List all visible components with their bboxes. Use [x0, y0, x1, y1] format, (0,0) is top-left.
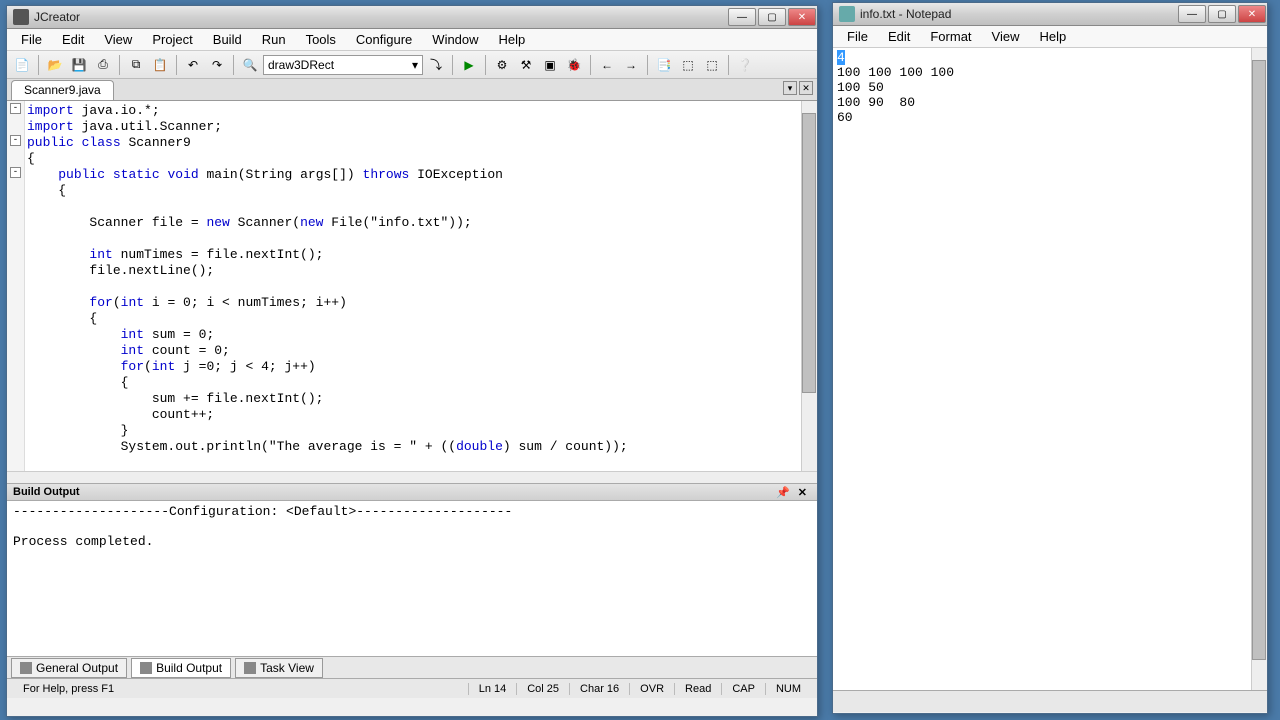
debug-icon[interactable]: 🐞 [563, 54, 585, 76]
menu-edit[interactable]: Edit [52, 29, 94, 50]
code-text[interactable]: import java.io.*; import java.util.Scann… [27, 103, 628, 455]
output-icon [20, 662, 32, 674]
tab-close-icon[interactable]: ✕ [799, 81, 813, 95]
status-col: Col 25 [516, 683, 569, 695]
status-char: Char 16 [569, 683, 629, 695]
vertical-scrollbar[interactable] [1251, 48, 1267, 690]
saveall-icon[interactable]: ⎙ [92, 54, 114, 76]
output-tabs: General Output Build Output Task View [7, 656, 817, 678]
build-output[interactable]: --------------------Configuration: <Defa… [7, 501, 817, 656]
menu-build[interactable]: Build [203, 29, 252, 50]
text-content: 100 100 100 100 100 50 100 90 80 60 [837, 65, 954, 125]
window-title: info.txt - Notepad [860, 7, 1177, 21]
window-title: JCreator [34, 10, 727, 24]
notepad-window: info.txt - Notepad — ▢ ✕ File Edit Forma… [832, 2, 1268, 714]
maximize-button[interactable]: ▢ [758, 8, 786, 26]
menu-configure[interactable]: Configure [346, 29, 422, 50]
menu-window[interactable]: Window [422, 29, 488, 50]
status-num: NUM [765, 683, 811, 695]
menu-edit[interactable]: Edit [878, 26, 920, 47]
copy-icon[interactable]: ⧉ [125, 54, 147, 76]
output-icon [140, 662, 152, 674]
paste-icon[interactable]: 📋 [149, 54, 171, 76]
notepad-text[interactable]: 4 100 100 100 100 100 50 100 90 80 60 [833, 48, 1267, 690]
panel-close-icon[interactable]: ✕ [794, 486, 811, 499]
save-icon[interactable]: 💾 [68, 54, 90, 76]
fwd-icon[interactable]: → [620, 54, 642, 76]
new-icon[interactable]: 📄 [11, 54, 33, 76]
minimize-button[interactable]: — [1178, 5, 1206, 23]
app-icon [13, 9, 29, 25]
tab-task-view[interactable]: Task View [235, 658, 323, 678]
titlebar[interactable]: info.txt - Notepad — ▢ ✕ [833, 3, 1267, 26]
menu-view[interactable]: View [94, 29, 142, 50]
back-icon[interactable]: ← [596, 54, 618, 76]
bookmark-icon[interactable]: 📑 [653, 54, 675, 76]
close-button[interactable]: ✕ [788, 8, 816, 26]
jcreator-window: JCreator — ▢ ✕ File Edit View Project Bu… [6, 5, 818, 717]
tab-general-output[interactable]: General Output [11, 658, 127, 678]
statusbar [833, 690, 1267, 712]
menu-tools[interactable]: Tools [296, 29, 346, 50]
toolbar: 📄 📂 💾 ⎙ ⧉ 📋 ↶ ↷ 🔍 draw3DRect▾ ⤵ ▶ ⚙ ⚒ ▣ … [7, 51, 817, 79]
menu-file[interactable]: File [11, 29, 52, 50]
editor-tabbar: Scanner9.java ▾ ✕ [7, 79, 817, 101]
code-editor[interactable]: - - - import java.io.*; import java.util… [7, 101, 817, 483]
build-icon[interactable]: ⚒ [515, 54, 537, 76]
vertical-scrollbar[interactable] [801, 101, 817, 483]
nav2-icon[interactable]: ⬚ [701, 54, 723, 76]
find-icon[interactable]: 🔍 [239, 54, 261, 76]
fold-icon[interactable]: - [10, 103, 21, 114]
scroll-thumb[interactable] [1252, 60, 1266, 660]
status-read: Read [674, 683, 721, 695]
nav1-icon[interactable]: ⬚ [677, 54, 699, 76]
panel-title-text: Build Output [13, 486, 80, 498]
redo-icon[interactable]: ↷ [206, 54, 228, 76]
panel-pin-icon[interactable]: 📌 [772, 486, 794, 499]
maximize-button[interactable]: ▢ [1208, 5, 1236, 23]
tab-dropdown-icon[interactable]: ▾ [783, 81, 797, 95]
fold-icon[interactable]: - [10, 135, 21, 146]
minimize-button[interactable]: — [728, 8, 756, 26]
scroll-thumb[interactable] [802, 113, 816, 393]
compile-icon[interactable]: ⚙ [491, 54, 513, 76]
statusbar: For Help, press F1 Ln 14 Col 25 Char 16 … [7, 678, 817, 698]
menu-project[interactable]: Project [142, 29, 202, 50]
horizontal-scrollbar[interactable] [7, 471, 817, 483]
file-tab[interactable]: Scanner9.java [11, 80, 114, 100]
open-icon[interactable]: 📂 [44, 54, 66, 76]
status-cap: CAP [721, 683, 765, 695]
help-icon[interactable]: ❔ [734, 54, 756, 76]
goto-icon[interactable]: ⤵ [425, 54, 447, 76]
status-ovr: OVR [629, 683, 674, 695]
menu-view[interactable]: View [982, 26, 1030, 47]
selected-text: 4 [837, 50, 845, 65]
run-icon[interactable]: ▶ [458, 54, 480, 76]
menubar: File Edit View Project Build Run Tools C… [7, 29, 817, 51]
notepad-icon [839, 6, 855, 22]
fold-gutter: - - - [7, 101, 25, 483]
close-button[interactable]: ✕ [1238, 5, 1266, 23]
member-combo[interactable]: draw3DRect▾ [263, 55, 423, 75]
status-line: Ln 14 [468, 683, 517, 695]
menubar: File Edit Format View Help [833, 26, 1267, 48]
undo-icon[interactable]: ↶ [182, 54, 204, 76]
task-icon [244, 662, 256, 674]
fold-icon[interactable]: - [10, 167, 21, 178]
output-panel-title: Build Output 📌 ✕ [7, 483, 817, 501]
menu-file[interactable]: File [837, 26, 878, 47]
menu-run[interactable]: Run [252, 29, 296, 50]
titlebar[interactable]: JCreator — ▢ ✕ [7, 6, 817, 29]
menu-help[interactable]: Help [489, 29, 536, 50]
execute-icon[interactable]: ▣ [539, 54, 561, 76]
status-help: For Help, press F1 [13, 683, 468, 695]
menu-help[interactable]: Help [1029, 26, 1076, 47]
tab-build-output[interactable]: Build Output [131, 658, 231, 678]
menu-format[interactable]: Format [920, 26, 981, 47]
